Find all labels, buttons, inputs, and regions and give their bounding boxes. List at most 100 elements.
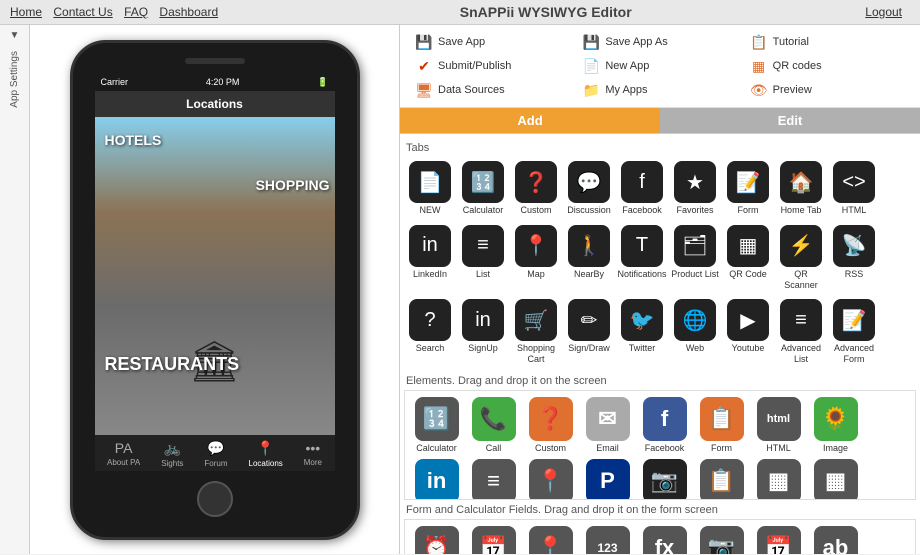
tab-label: Advanced Form [830, 343, 878, 365]
element-label: Calculator [416, 443, 457, 453]
tab-icon: ≡ [780, 299, 822, 341]
toolbar-qr-codes[interactable]: ▦ QR codes [745, 55, 910, 77]
tab-item[interactable]: ⚡QR Scanner [775, 221, 827, 295]
nav-dashboard[interactable]: Dashboard [159, 5, 218, 19]
footer-more[interactable]: ••• More [304, 440, 322, 468]
form-field-item[interactable]: 📅Calendar [751, 524, 806, 554]
tab-item[interactable]: 🛒Shopping Cart [510, 295, 562, 369]
element-item[interactable]: ▦QR Code [751, 457, 806, 500]
footer-locations[interactable]: 📍 Locations [249, 440, 283, 468]
tab-icon: 📝 [727, 161, 769, 203]
toolbar-preview[interactable]: 👁 Preview [745, 79, 910, 101]
toolbar-my-apps[interactable]: 📁 My Apps [577, 79, 742, 101]
tab-item[interactable]: 📍Map [510, 221, 562, 295]
tab-icon: 💬 [568, 161, 610, 203]
tab-label: Map [527, 269, 545, 280]
element-item[interactable]: ✉Email [580, 395, 635, 455]
tab-item[interactable]: inLinkedIn [404, 221, 456, 295]
form-field-icon: 📍 [529, 526, 573, 554]
element-item[interactable]: 📷Photo [637, 457, 692, 500]
element-item[interactable]: inLinkedIn [409, 457, 464, 500]
home-button[interactable] [197, 481, 233, 517]
tab-item[interactable]: 🔢Calculator [457, 157, 509, 220]
form-fields-scroll[interactable]: ⏰Clock📅Date📍Location123NumberfxFormula📷C… [404, 519, 916, 554]
toolbar-new-app[interactable]: 📄 New App [577, 55, 742, 77]
tab-item[interactable]: 🐦Twitter [616, 295, 668, 369]
element-icon: html [757, 397, 801, 441]
element-item[interactable]: 📋Form [694, 395, 749, 455]
tab-label: List [476, 269, 490, 280]
element-item[interactable]: htmlHTML [751, 395, 806, 455]
nav-contact[interactable]: Contact Us [53, 5, 112, 19]
form-field-item[interactable]: 123Number [580, 524, 635, 554]
tab-item[interactable]: ★Favorites [669, 157, 721, 220]
element-item[interactable]: 📞Call [466, 395, 521, 455]
tab-item[interactable]: ?Search [404, 295, 456, 369]
element-label: Image [823, 443, 848, 453]
footer-about[interactable]: PA About PA [107, 440, 140, 468]
footer-forum[interactable]: 💬 Forum [204, 440, 227, 468]
form-field-item[interactable]: abText [808, 524, 863, 554]
tab-item[interactable]: ≡Advanced List [775, 295, 827, 369]
nav-home[interactable]: Home [10, 5, 42, 19]
form-field-item[interactable]: fxFormula [637, 524, 692, 554]
sidebar-arrow[interactable]: ▼ [10, 30, 20, 41]
tab-item[interactable]: <>HTML [828, 157, 880, 220]
toolbar-tutorial[interactable]: 📋 Tutorial [745, 31, 910, 53]
tab-item[interactable]: 📡RSS [828, 221, 880, 295]
element-icon: in [415, 459, 459, 500]
tab-item[interactable]: ✏Sign/Draw [563, 295, 615, 369]
logout-link[interactable]: Logout [865, 5, 902, 19]
edit-tab[interactable]: Edit [660, 108, 920, 133]
save-app-icon: 💾 [414, 33, 434, 51]
element-item[interactable]: 📋Product List [694, 457, 749, 500]
tab-item[interactable]: 🚶NearBy [563, 221, 615, 295]
element-icon: ▦ [814, 459, 858, 500]
battery-icon: 🔋 [317, 77, 328, 88]
tab-item[interactable]: 🏠Home Tab [775, 157, 827, 220]
tab-item[interactable]: TNotifications [616, 221, 668, 295]
element-item[interactable]: ≡List [466, 457, 521, 500]
tab-item[interactable]: ≡List [457, 221, 509, 295]
tab-item[interactable]: 📄NEW [404, 157, 456, 220]
element-item[interactable]: 🌻Image [808, 395, 863, 455]
element-item[interactable]: PPayPal [580, 457, 635, 500]
app-settings-label[interactable]: App Settings [9, 41, 20, 118]
screen-content[interactable]: HOTELS SHOPPING 🏛 RESTAURANTS [95, 117, 335, 435]
add-tab[interactable]: Add [400, 108, 660, 133]
toolbar-data-sources[interactable]: 🖥 Data Sources [410, 79, 575, 101]
tab-icon: 🌐 [674, 299, 716, 341]
about-icon: PA [115, 440, 133, 456]
forum-icon: 💬 [207, 440, 224, 457]
form-field-item[interactable]: 📅Date [466, 524, 521, 554]
tab-item[interactable]: 📝Form [722, 157, 774, 220]
element-icon: ▦ [757, 459, 801, 500]
tab-item[interactable]: fFacebook [616, 157, 668, 220]
new-app-icon: 📄 [581, 57, 601, 75]
elements-scroll[interactable]: 🔢Calculator📞Call❓Custom✉EmailfFacebook📋F… [404, 390, 916, 500]
element-item[interactable]: fFacebook [637, 395, 692, 455]
tab-icon: 📄 [409, 161, 451, 203]
nav-faq[interactable]: FAQ [124, 5, 148, 19]
tab-item[interactable]: 📝Advanced Form [828, 295, 880, 369]
toolbar-submit[interactable]: ✔ Submit/Publish [410, 55, 575, 77]
tab-item[interactable]: 🌐Web [669, 295, 721, 369]
tab-item[interactable]: ❓Custom [510, 157, 562, 220]
element-item[interactable]: 📍NearBy [523, 457, 578, 500]
element-item[interactable]: ▦QR Image [808, 457, 863, 500]
element-item[interactable]: 🔢Calculator [409, 395, 464, 455]
tab-item[interactable]: ▶Youtube [722, 295, 774, 369]
form-field-item[interactable]: 📷Camera [694, 524, 749, 554]
tab-label: SignUp [468, 343, 498, 354]
toolbar-save-app[interactable]: 💾 Save App [410, 31, 575, 53]
form-field-item[interactable]: ⏰Clock [409, 524, 464, 554]
tab-item[interactable]: 💬Discussion [563, 157, 615, 220]
tab-item[interactable]: 🗂Product List [669, 221, 721, 295]
element-item[interactable]: ❓Custom [523, 395, 578, 455]
form-field-item[interactable]: 📍Location [523, 524, 578, 554]
footer-sights[interactable]: 🚲 Sights [161, 440, 183, 468]
tab-item[interactable]: inSignUp [457, 295, 509, 369]
phone-frame: Carrier 4:20 PM 🔋 Locations HOTELS SHOPP… [70, 40, 360, 540]
tab-item[interactable]: ▦QR Code [722, 221, 774, 295]
toolbar-save-as[interactable]: 💾 Save App As [577, 31, 742, 53]
